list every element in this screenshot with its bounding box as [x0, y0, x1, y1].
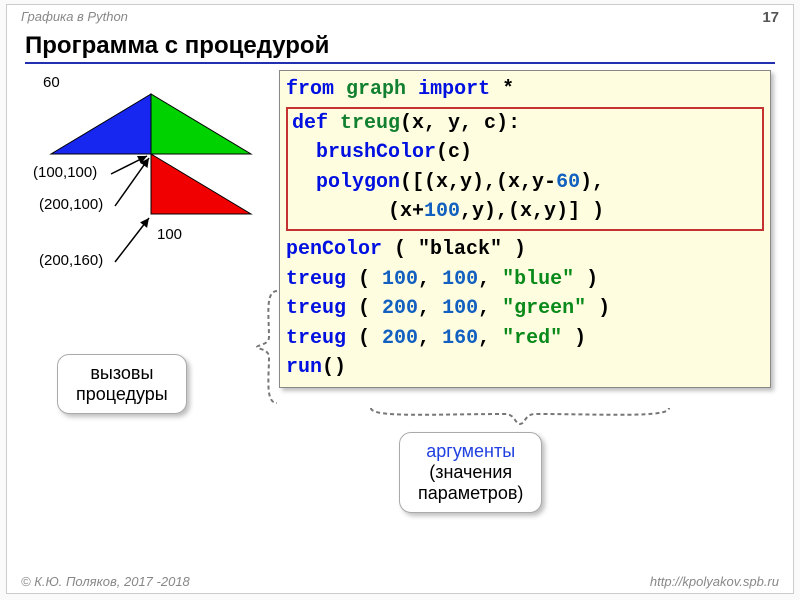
side-length-label: 60 — [43, 74, 60, 91]
procedure-definition-frame: def treug(x, y, c): brushColor(c) polygo… — [286, 107, 764, 231]
coord-200-100: (200,100) — [39, 196, 103, 213]
code-line-7: treug ( 100, 100, "blue" ) — [286, 265, 764, 295]
callout-calls: вызовы процедуры — [57, 354, 187, 414]
code-line-8: treug ( 200, 100, "green" ) — [286, 294, 764, 324]
code-line-1: from graph import * — [286, 75, 764, 105]
triangles-diagram: 60 (100,100) (200,100) 100 (200,160) — [31, 74, 271, 284]
coord-200-160: (200,160) — [39, 252, 103, 269]
code-line-5: (x+100,y),(x,y)] ) — [292, 197, 758, 227]
footer-url: http://kpolyakov.spb.ru — [650, 574, 779, 589]
code-line-10: run() — [286, 353, 764, 383]
callout-args-line1: аргументы — [418, 441, 523, 462]
code-line-3: brushColor(c) — [292, 138, 758, 168]
callout-args-line2: (значения — [418, 462, 523, 483]
code-line-2: def treug(x, y, c): — [292, 109, 758, 139]
code-block: from graph import * def treug(x, y, c): … — [279, 70, 771, 388]
course-label: Графика в Python — [21, 9, 128, 26]
slide-title: Программа с процедурой — [25, 32, 775, 64]
calls-brace-icon — [251, 287, 281, 407]
coord-100-100: (100,100) — [33, 164, 97, 181]
footer-copyright: © К.Ю. Поляков, 2017 -2018 — [21, 574, 190, 589]
base-length-label: 100 — [157, 226, 182, 243]
args-brace-icon — [365, 404, 675, 428]
callout-arguments: аргументы (значения параметров) — [399, 432, 542, 513]
code-line-6: penColor ( "black" ) — [286, 235, 764, 265]
code-line-4: polygon([(x,y),(x,y-60), — [292, 168, 758, 198]
callout-calls-line2: процедуры — [76, 384, 168, 405]
page-number: 17 — [762, 9, 779, 26]
callout-args-line3: параметров) — [418, 483, 523, 504]
code-line-9: treug ( 200, 160, "red" ) — [286, 324, 764, 354]
callout-calls-line1: вызовы — [76, 363, 168, 384]
